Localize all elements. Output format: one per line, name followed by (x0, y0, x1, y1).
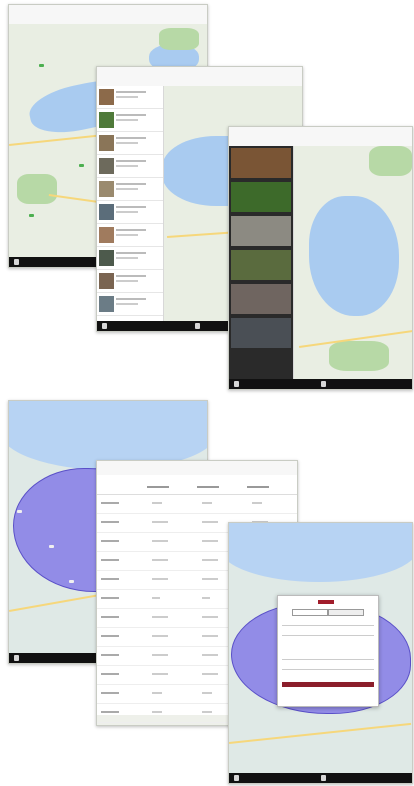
listing-list[interactable] (97, 86, 164, 321)
park-area (159, 28, 199, 50)
list-item[interactable] (97, 132, 163, 155)
brand-logo (318, 600, 334, 604)
login-dialog (277, 595, 379, 707)
list-item[interactable] (97, 155, 163, 178)
map-icon[interactable] (234, 775, 239, 781)
table-header (97, 480, 297, 495)
park-area (329, 341, 389, 371)
lake (309, 196, 399, 316)
list-item[interactable] (97, 86, 163, 109)
password-field[interactable] (282, 630, 374, 636)
park-area (17, 174, 57, 204)
map-icon[interactable] (234, 381, 239, 387)
map-pin-icon[interactable] (17, 510, 22, 513)
bottom-toolbar (229, 773, 412, 783)
extra-field[interactable] (282, 654, 374, 660)
park-area (369, 146, 412, 176)
list-item[interactable] (97, 224, 163, 247)
map-pin-icon[interactable] (69, 580, 74, 583)
listing-photo[interactable] (231, 148, 291, 178)
sea (229, 523, 412, 582)
segment-left[interactable] (292, 609, 328, 616)
map-icon[interactable] (14, 259, 19, 265)
listing-photo[interactable] (231, 284, 291, 314)
map-icon[interactable] (14, 655, 19, 661)
list-item[interactable] (97, 201, 163, 224)
map-pin-icon[interactable] (29, 214, 34, 217)
cancel-button[interactable] (278, 692, 378, 697)
road (229, 722, 412, 744)
listing-photo[interactable] (231, 250, 291, 280)
table-row (97, 495, 297, 514)
segment-right[interactable] (328, 609, 364, 616)
listing-photo[interactable] (231, 182, 291, 212)
listing-photo[interactable] (231, 318, 291, 348)
screen-map-with-photos (228, 126, 413, 390)
list-item[interactable] (97, 270, 163, 293)
screen-login-modal (228, 522, 413, 784)
list-item[interactable] (97, 293, 163, 316)
bottom-toolbar (229, 379, 412, 389)
photo-list[interactable] (229, 146, 294, 379)
listing-photo[interactable] (231, 216, 291, 246)
list-item[interactable] (97, 109, 163, 132)
photo-icon[interactable] (321, 381, 326, 387)
submit-button[interactable] (282, 682, 374, 687)
extra-field[interactable] (282, 664, 374, 670)
list-item[interactable] (97, 178, 163, 201)
map-icon[interactable] (102, 323, 107, 329)
username-field[interactable] (282, 620, 374, 626)
list-icon[interactable] (195, 323, 200, 329)
map-pin-icon[interactable] (79, 164, 84, 167)
map-pin-icon[interactable] (39, 64, 44, 67)
list-icon[interactable] (321, 775, 326, 781)
map-pin-icon[interactable] (49, 545, 54, 548)
list-item[interactable] (97, 247, 163, 270)
